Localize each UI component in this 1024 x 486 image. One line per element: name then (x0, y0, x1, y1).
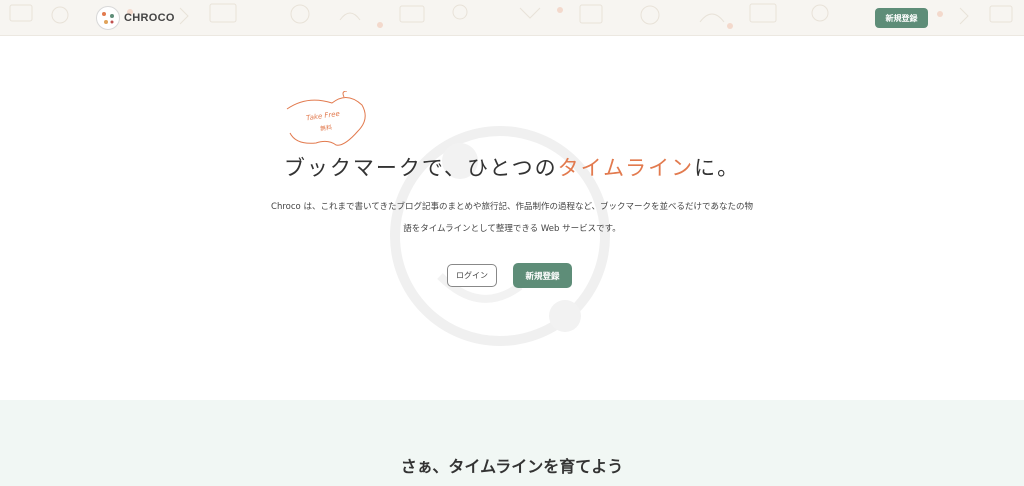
headline-part2: に。 (694, 156, 741, 180)
logo[interactable]: CHROCO (96, 6, 175, 30)
section-title: さぁ、タイムラインを育てよう (400, 457, 624, 476)
logo-icon (96, 6, 120, 30)
hero-signup-button[interactable]: 新規登録 (513, 263, 572, 288)
hero-headline: ブックマークで、ひとつのタイムラインに。 (0, 152, 1024, 182)
headline-part1: ブックマークで、ひとつの (283, 156, 558, 180)
header-signup-button[interactable]: 新規登録 (875, 8, 928, 28)
hero-section: Take Free 無料 ブックマークで、ひとつのタイムラインに。 Chroco… (0, 36, 1024, 400)
description-line-2: 語をタイムラインとして整理できる Web サービスです。 (403, 224, 621, 234)
login-button[interactable]: ログイン (447, 264, 497, 287)
grow-timeline-section: さぁ、タイムラインを育てよう (0, 400, 1024, 486)
description-line-1: Chroco は、これまで書いてきたブログ記事のまとめや旅行記、作品制作の過程な… (271, 202, 753, 212)
logo-text: CHROCO (124, 12, 175, 24)
badge-text-free: 無料 (319, 124, 333, 133)
header: CHROCO 新規登録 (0, 0, 1024, 36)
hero-description: Chroco は、これまで書いてきたブログ記事のまとめや旅行記、作品制作の過程な… (270, 196, 754, 240)
headline-accent: タイムライン (557, 156, 695, 180)
